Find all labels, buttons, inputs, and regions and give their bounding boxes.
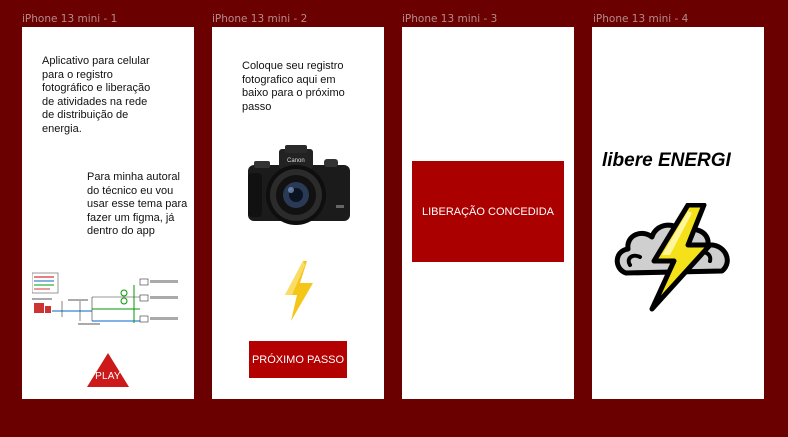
phone-frame-2[interactable]: Coloque seu registro fotografico aqui em… (212, 27, 384, 399)
lightning-bolt-icon (285, 261, 313, 321)
release-granted-banner: LIBERAÇÃO CONCEDIDA (412, 161, 564, 262)
storm-cloud-lightning-icon (614, 203, 730, 312)
frame-label-3: iPhone 13 mini - 3 (402, 13, 498, 25)
play-button[interactable]: PLAY (87, 353, 129, 387)
camera-brand-text: Canon (287, 158, 305, 164)
power-distribution-diagram (32, 272, 178, 325)
frame-label-4: iPhone 13 mini - 4 (593, 13, 689, 25)
phone-frame-4[interactable]: libere ENERGI (592, 27, 764, 399)
frame-label-2: iPhone 13 mini - 2 (212, 13, 308, 25)
instruction-text: Coloque seu registro fotografico aqui em… (242, 60, 345, 113)
play-label: PLAY (95, 371, 121, 382)
frame-label-1: iPhone 13 mini - 1 (22, 13, 118, 25)
camera-icon: Canon (248, 145, 350, 225)
next-step-button[interactable]: PRÓXIMO PASSO (249, 341, 347, 378)
intro-text: Aplicativo para celular para o registro … (42, 55, 151, 135)
logo-text: libere ENERGI (602, 150, 731, 171)
phone-frame-1[interactable]: Aplicativo para celular para o registro … (22, 27, 194, 399)
note-text: Para minha autoral do técnico eu vou usa… (87, 171, 188, 237)
phone-frame-3[interactable]: LIBERAÇÃO CONCEDIDA (402, 27, 574, 399)
